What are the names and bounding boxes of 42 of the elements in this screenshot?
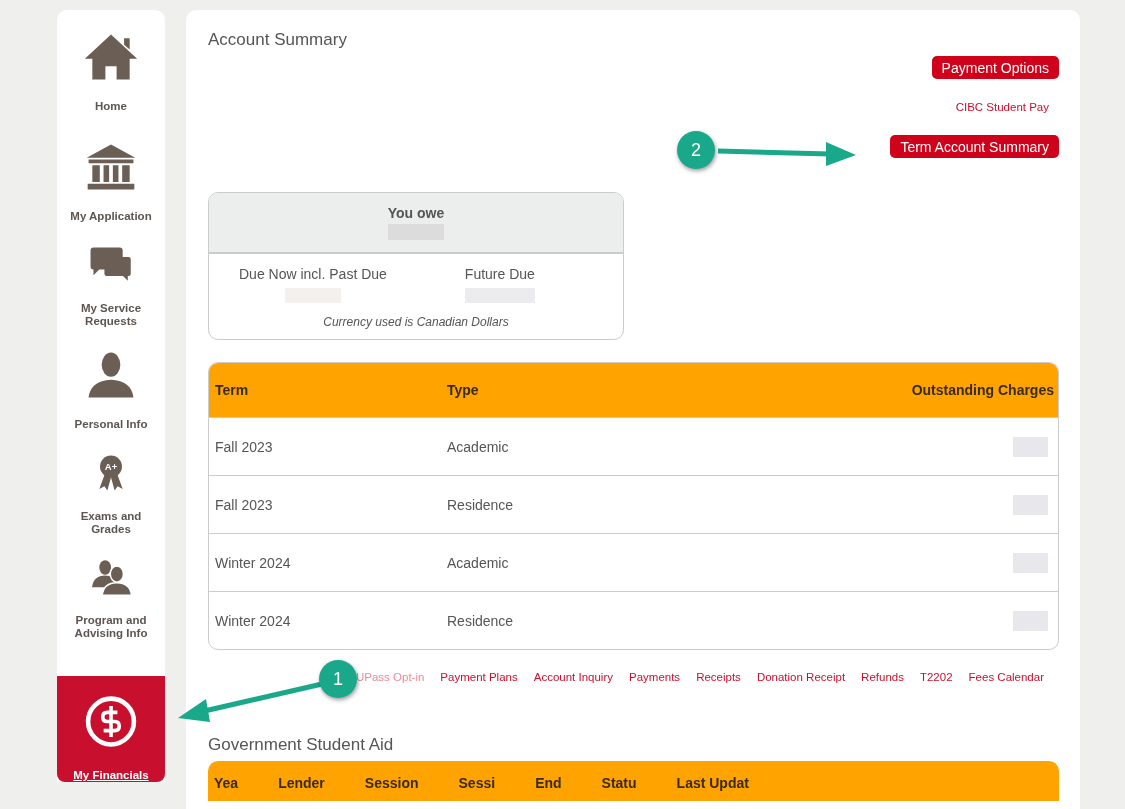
- nav-link[interactable]: Donation Receipt: [756, 671, 846, 683]
- nav-link[interactable]: Refunds: [861, 671, 904, 683]
- nav-link[interactable]: Fees Calendar: [968, 671, 1044, 683]
- table-cell-text: Residence: [447, 496, 515, 513]
- column-header: Term: [214, 382, 250, 398]
- table-cell-text: Winter 2024: [214, 612, 292, 629]
- future-due-label: Future Due: [464, 266, 535, 282]
- column-header: Last Updat: [676, 775, 749, 791]
- sidebar-item[interactable]: Personal Info: [57, 328, 165, 432]
- sidebar-item[interactable]: My Financials: [57, 676, 165, 782]
- table-cell-text: Fall 2023: [214, 496, 274, 513]
- you-owe-label: You owe: [387, 205, 445, 221]
- cibc-student-pay-link[interactable]: CIBC Student Pay: [955, 101, 1049, 113]
- column-header: Statu: [601, 775, 637, 791]
- sidebar-item[interactable]: My Service Requests: [57, 224, 165, 328]
- table-cell-text: Winter 2024: [214, 554, 292, 571]
- nav-link[interactable]: Payment Plans: [440, 671, 518, 683]
- section-title: Government Student Aid: [208, 735, 395, 755]
- table-cell-text: Fall 2023: [214, 438, 274, 455]
- table-cell-text: Residence: [447, 612, 515, 629]
- column-header: Session: [364, 775, 419, 791]
- nav-link[interactable]: Payments: [629, 671, 681, 683]
- due-now-label: Due Now incl. Past Due: [239, 266, 387, 282]
- column-header: Lender: [278, 775, 325, 791]
- column-header: Outstanding Charges: [910, 382, 1055, 398]
- sidebar-item[interactable]: Home: [57, 10, 165, 120]
- currency-note: Currency used is Canadian Dollars: [322, 314, 510, 331]
- table-cell-text: Academic: [447, 438, 510, 455]
- payment-options-button[interactable]: Payment Options: [931, 56, 1059, 79]
- page-title: Account Summary: [208, 30, 348, 50]
- table-cell-text: Academic: [447, 554, 510, 571]
- column-header: End: [535, 775, 562, 791]
- sidebar-item[interactable]: My Application: [57, 120, 165, 224]
- column-header: Sessi: [458, 775, 496, 791]
- column-header: Type: [447, 382, 480, 398]
- term-account-summary-button[interactable]: Term Account Summary: [890, 135, 1059, 158]
- sidebar-item[interactable]: Program and Advising Info: [57, 536, 165, 640]
- nav-link[interactable]: Account Inquiry: [533, 671, 613, 683]
- column-header: Yea: [214, 775, 239, 791]
- nav-link[interactable]: Receipts: [696, 671, 741, 683]
- nav-link[interactable]: T2202: [919, 671, 953, 683]
- sidebar-item[interactable]: A+ Exams and Grades: [57, 432, 165, 536]
